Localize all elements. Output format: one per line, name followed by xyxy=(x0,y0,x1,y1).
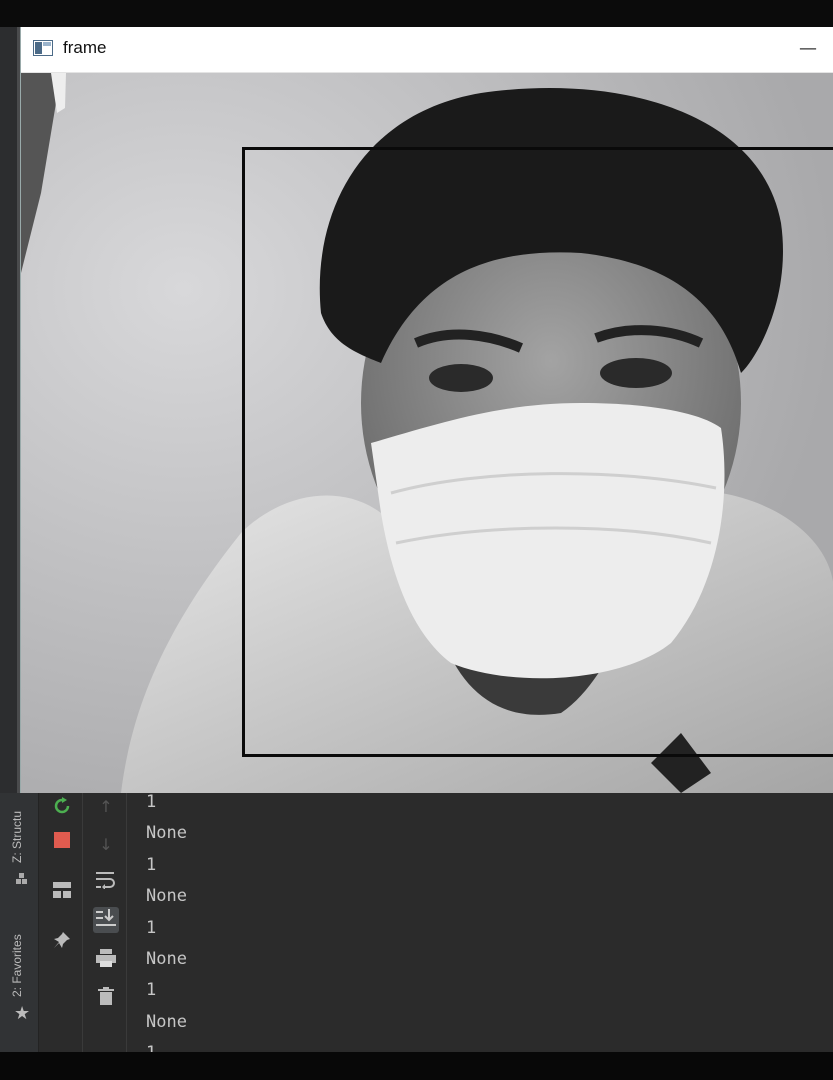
top-black-bar xyxy=(0,0,833,27)
frame-window: frame — xyxy=(20,27,833,793)
rerun-button[interactable] xyxy=(49,795,75,821)
console-line: None xyxy=(146,823,187,843)
console-line: 1 xyxy=(146,918,157,938)
console-line: 1 xyxy=(146,793,157,812)
structure-tab[interactable]: Z: Structu xyxy=(2,799,34,889)
run-console-panel: Z: Structu 2: Favorites ★ ↑ ↓ 1 None 1 N… xyxy=(0,793,833,1052)
favorites-tab-label: 2: Favorites xyxy=(10,934,24,997)
rerun-icon xyxy=(53,797,71,819)
console-line: None xyxy=(146,886,187,906)
soft-wrap-button[interactable] xyxy=(93,869,119,895)
print-button[interactable] xyxy=(93,947,119,973)
window-titlebar[interactable]: frame — xyxy=(21,27,833,73)
trash-icon xyxy=(98,987,114,1009)
video-frame xyxy=(21,73,833,793)
structure-tab-label: Z: Structu xyxy=(10,810,24,863)
run-toolbar-secondary: ↑ ↓ xyxy=(84,793,127,1052)
scroll-up-button[interactable]: ↑ xyxy=(93,793,119,819)
clear-button[interactable] xyxy=(93,985,119,1011)
window-title: frame xyxy=(63,38,107,57)
bottom-black-bar xyxy=(0,1052,833,1080)
minimize-button[interactable]: — xyxy=(796,35,820,63)
soft-wrap-icon xyxy=(96,871,116,893)
layout-icon xyxy=(53,882,71,902)
down-arrow-icon: ↓ xyxy=(99,834,113,854)
pin-icon xyxy=(53,931,71,953)
console-line: None xyxy=(146,949,187,969)
layout-button[interactable] xyxy=(49,879,75,905)
console-output: 1 None 1 None 1 None 1 None 1 xyxy=(146,793,826,1052)
ide-background-strip xyxy=(0,27,20,797)
scroll-down-button[interactable]: ↓ xyxy=(93,831,119,857)
run-toolbar-primary xyxy=(40,793,83,1052)
window-app-icon xyxy=(33,40,53,56)
tool-window-sidebar: Z: Structu 2: Favorites ★ xyxy=(0,793,39,1052)
console-line: 1 xyxy=(146,980,157,1000)
stop-button[interactable] xyxy=(49,829,75,855)
structure-icon xyxy=(16,873,28,888)
up-arrow-icon: ↑ xyxy=(99,796,113,816)
console-line: 1 xyxy=(146,855,157,875)
console-line: 1 xyxy=(146,1042,156,1052)
stop-icon xyxy=(54,832,70,852)
star-icon: ★ xyxy=(14,1003,31,1023)
pin-button[interactable] xyxy=(49,929,75,955)
console-line: None xyxy=(146,1012,187,1032)
scroll-to-end-icon xyxy=(96,909,116,931)
scroll-to-end-button[interactable] xyxy=(93,907,119,933)
favorites-tab[interactable]: 2: Favorites ★ xyxy=(2,911,34,1031)
print-icon xyxy=(96,949,116,971)
face-detection-box xyxy=(242,147,833,757)
